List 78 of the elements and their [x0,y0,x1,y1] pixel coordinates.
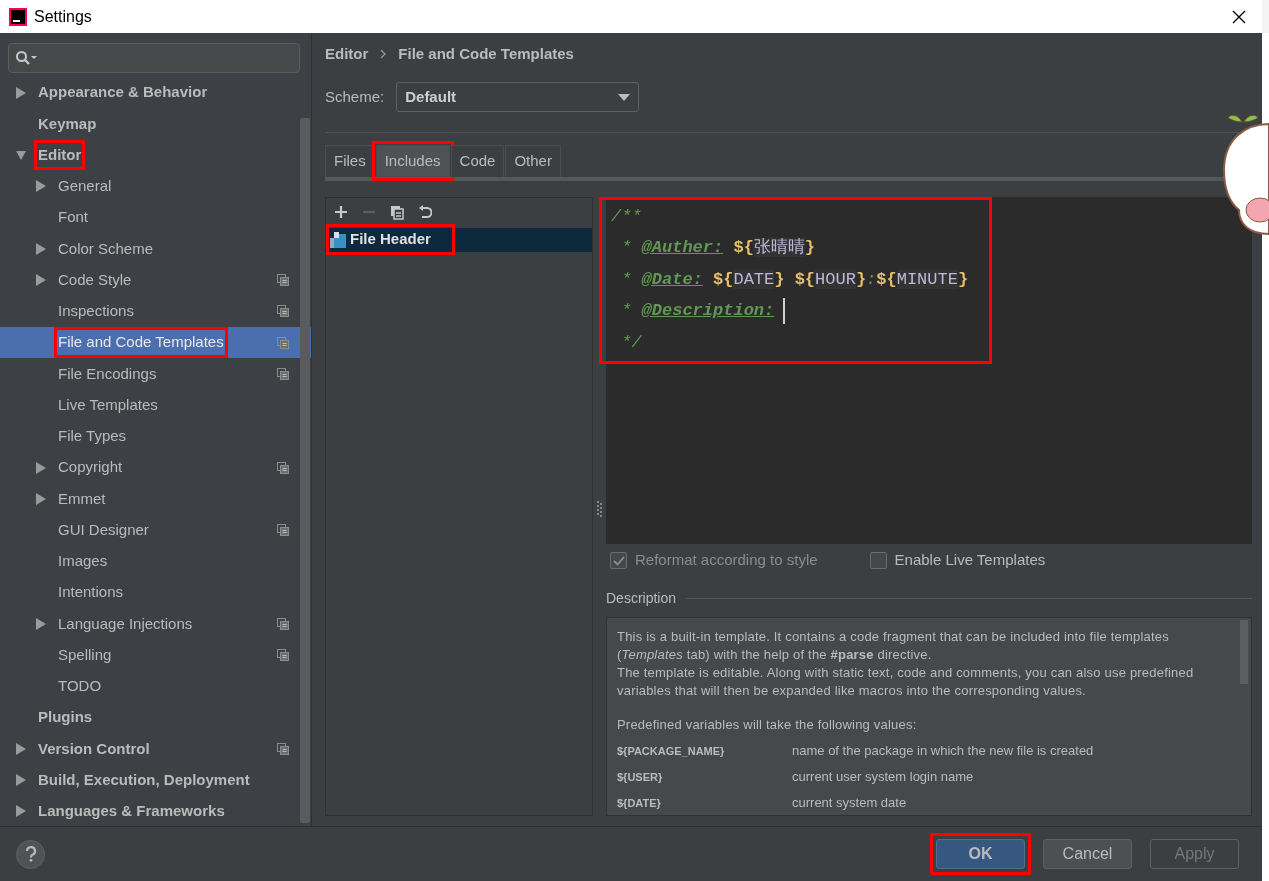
collapsed-arrow-icon[interactable] [36,492,46,505]
tree-item[interactable]: Language Injections [0,608,311,640]
expanded-arrow-icon[interactable] [16,149,26,162]
caret-icon [618,93,631,101]
copy-icon[interactable] [390,205,404,220]
tree-item[interactable]: GUI Designer [0,514,311,546]
variable-name: ${DATE} [617,795,662,811]
code-line: */ [620,331,643,354]
collapsed-arrow-icon[interactable] [36,461,46,474]
collapsed-arrow-icon[interactable] [16,86,26,99]
help-button[interactable] [16,839,45,869]
tree-item[interactable]: General [0,170,311,202]
scrollbar[interactable] [1240,619,1248,684]
tree-item[interactable]: Code Style [0,264,311,296]
tree-item[interactable]: File Types [0,420,311,452]
variable-name: ${PACKAGE_NAME} [617,743,726,759]
variable-description: name of the package in which the new file is created [792,741,1094,760]
dialog-button[interactable]: OK [936,839,1025,869]
tree-item[interactable]: File Encodings [0,358,311,390]
code-line: /** [610,205,643,228]
scrollbar[interactable] [300,118,310,823]
variable-name: ${USER} [617,769,664,785]
collapsed-arrow-icon[interactable] [36,180,46,193]
tree-item[interactable]: Build, Execution, Deployment [0,764,311,796]
variable-description: current user system login name [792,767,974,786]
paragraph: Predefined variables will take the following values: [617,715,918,734]
variable-description: current system date [792,793,907,812]
tree-item[interactable]: Font [0,202,311,234]
section-title: Description [606,588,677,608]
tree-item[interactable]: Plugins [0,702,311,734]
tree-item[interactable]: Appearance & Behavior [0,77,311,109]
tree-item[interactable]: Images [0,545,311,577]
tree-item[interactable]: Inspections [0,295,311,327]
code-line: * @Date: ${DATE} ${HOUR}:${MINUTE} [620,268,970,291]
tree-item[interactable]: Emmet [0,483,311,515]
scheme-dropdown[interactable]: Default [396,82,640,112]
drag-handle-icon[interactable] [597,500,602,517]
collapsed-arrow-icon[interactable] [36,274,46,287]
template-item[interactable]: File Header [326,227,592,252]
collapsed-arrow-icon[interactable] [16,774,26,787]
field-label: Scheme: [325,86,385,107]
file-icon [330,231,346,248]
tree-item[interactable]: Intentions [0,577,311,609]
dialog-button[interactable]: Cancel [1043,839,1132,869]
collapsed-arrow-icon[interactable] [16,742,26,755]
tree-item[interactable]: Version Control [0,733,311,765]
tab[interactable]: Other [505,145,561,177]
close-icon[interactable] [1232,9,1246,24]
search-field[interactable] [8,43,300,73]
breadcrumb-item: File and Code Templates [398,43,574,64]
tree-item[interactable]: TODO [0,670,311,702]
tree-item[interactable]: Keymap [0,108,311,140]
app-logo-icon [8,6,28,27]
search-icon [15,50,39,66]
window-title: Settings [34,6,92,27]
paragraph: This is a built-in template. It contains a code fragment that can be included into file templates (Templates tab) with the help of the #parse directive. [617,627,1170,664]
question-icon [24,846,37,862]
tree-item[interactable]: Editor [0,139,311,171]
breadcrumb-item[interactable]: Editor [325,42,369,66]
paragraph: The template is editable. Along with static text, code and comments, you can also use predefined variables that will then be expanded like macros into the corresponding values. [617,663,1195,700]
collapsed-arrow-icon[interactable] [16,805,26,818]
undo-icon[interactable] [418,205,432,220]
checkbox[interactable]: Enable Live Templates [869,549,1046,572]
tree-item[interactable]: Spelling [0,639,311,671]
tree-item[interactable]: Copyright [0,452,311,484]
tree-item[interactable]: Color Scheme [0,233,311,265]
tree-item[interactable]: Languages & Frameworks [0,795,311,826]
code-line: * @Description: [603,295,988,327]
collapsed-arrow-icon[interactable] [36,242,46,255]
tab[interactable]: Code [450,145,505,177]
check-icon [612,555,625,566]
tab[interactable]: Files [325,145,375,177]
tree-item[interactable]: Live Templates [0,389,311,421]
code-line: * @Auther: ${张晴晴} [620,237,817,259]
chevron-icon [380,49,387,59]
collapsed-arrow-icon[interactable] [36,617,46,630]
plus-icon[interactable] [334,205,348,220]
tree-item[interactable]: File and Code Templates [0,327,311,359]
